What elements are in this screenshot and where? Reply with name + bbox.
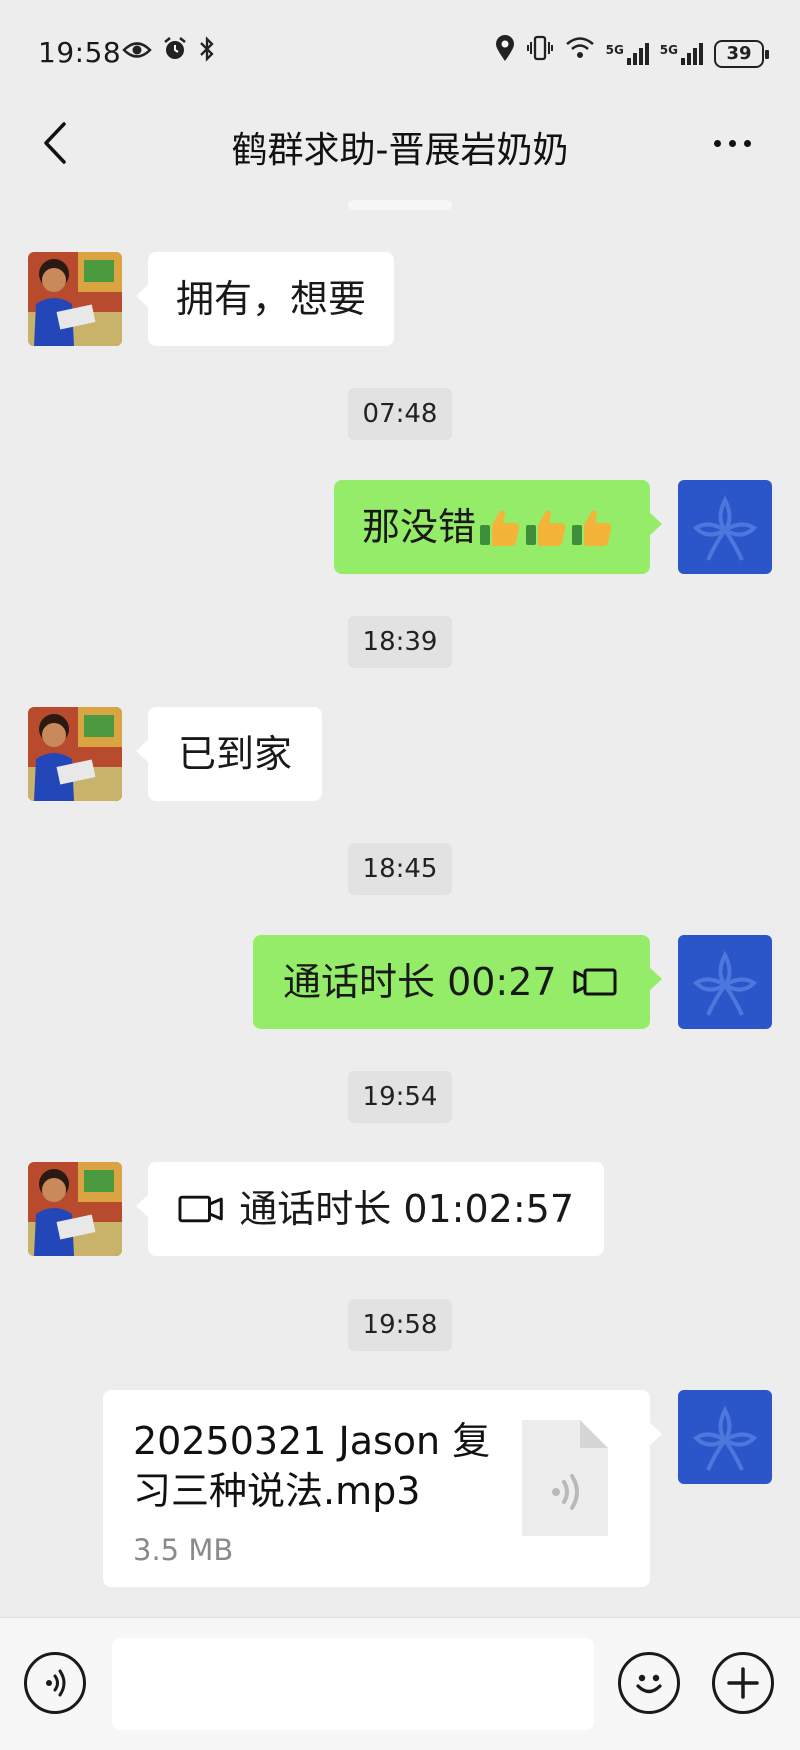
message-timestamp: 07:48 [348, 388, 452, 440]
thumbs-up-emoji [572, 510, 612, 546]
status-time: 19:58 [38, 36, 122, 69]
emoji-icon [636, 1674, 662, 1694]
chat-input-bar [0, 1617, 800, 1750]
location-icon [494, 34, 516, 73]
my-avatar[interactable] [678, 480, 772, 574]
network-type-label: 5G [659, 42, 678, 57]
call-duration-text: 通话时长 01:02:57 [239, 1187, 574, 1231]
call-record-bubble[interactable]: 通话时长 01:02:57 [136, 1162, 604, 1256]
voice-mode-icon [46, 1669, 66, 1697]
plus-icon [727, 1667, 759, 1699]
audio-file-icon [522, 1420, 608, 1536]
message-timestamp: 19:54 [348, 1071, 452, 1123]
message-bubble-outgoing[interactable]: 那没错 [334, 480, 662, 574]
contact-avatar[interactable] [28, 707, 122, 801]
message-bubble-incoming[interactable]: 拥有，想要 [135, 252, 395, 346]
network-type-label: 5G [605, 42, 624, 57]
voice-mode-button[interactable] [24, 1652, 86, 1714]
message-timestamp: 18:39 [348, 616, 452, 668]
plus-button[interactable] [712, 1652, 774, 1714]
my-avatar[interactable] [678, 935, 772, 1029]
status-bar: 19:58 5G 5G 39 [0, 0, 800, 105]
wifi-icon [564, 35, 596, 72]
thumbs-up-emoji [526, 510, 566, 546]
my-avatar[interactable] [678, 1390, 772, 1484]
eye-icon [122, 38, 152, 72]
signal-icon: 5G [606, 42, 650, 66]
chat-header: 鹤群求助-晋展岩奶奶 [0, 105, 800, 185]
message-text: 那没错 [362, 505, 477, 549]
message-timestamp: 18:45 [348, 843, 452, 895]
bluetooth-icon [198, 36, 216, 73]
video-call-icon [178, 1195, 223, 1223]
file-message-card[interactable]: 20250321 Jason 复习三种说法.mp3 3.5 MB [103, 1390, 662, 1587]
message-text: 拥有，想要 [176, 277, 367, 321]
call-duration-text: 通话时长 00:27 [283, 960, 557, 1004]
more-icon [713, 139, 721, 147]
chat-title: 鹤群求助-晋展岩奶奶 [231, 130, 569, 171]
contact-avatar[interactable] [28, 1162, 122, 1256]
file-name: 20250321 Jason 复习三种说法.mp3 [133, 1419, 491, 1513]
contact-avatar[interactable] [28, 252, 122, 346]
more-options-button[interactable] [702, 123, 762, 163]
thumbs-up-emoji [480, 510, 520, 546]
emoji-button[interactable] [618, 1652, 680, 1714]
file-size: 3.5 MB [133, 1533, 234, 1567]
message-timestamp: 19:58 [348, 1299, 452, 1351]
load-more-indicator [348, 200, 452, 210]
message-text: 已到家 [178, 732, 293, 776]
battery-icon: 39 [714, 39, 769, 68]
vibrate-icon [526, 35, 554, 72]
alarm-icon [162, 36, 188, 73]
signal-icon: 5G [660, 42, 704, 66]
message-bubble-incoming[interactable]: 已到家 [135, 707, 323, 801]
video-call-icon [573, 968, 617, 996]
call-record-bubble[interactable]: 通话时长 00:27 [253, 935, 662, 1029]
message-input[interactable] [112, 1638, 594, 1730]
